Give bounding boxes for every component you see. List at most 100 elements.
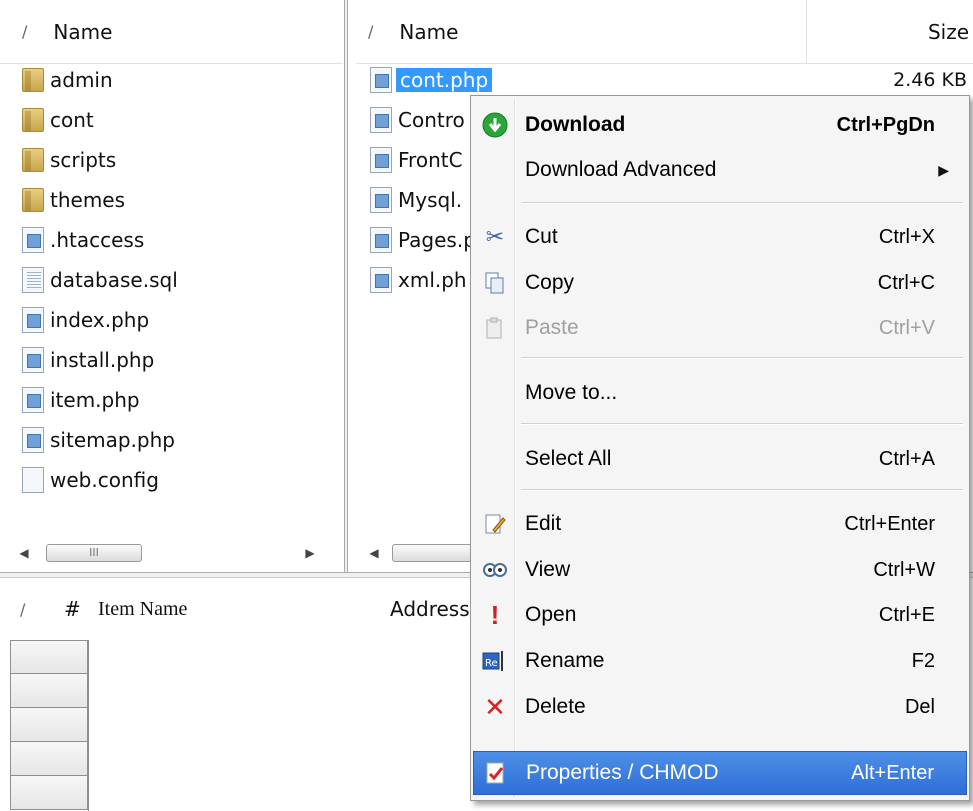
file-name: Contro bbox=[398, 108, 465, 132]
table-row[interactable] bbox=[10, 776, 88, 810]
menu-item-move-to[interactable]: Move to... bbox=[473, 371, 967, 415]
menu-item-label: Rename bbox=[525, 649, 605, 672]
menu-separator bbox=[521, 202, 963, 204]
list-item[interactable]: index.php bbox=[0, 300, 178, 340]
file-icon bbox=[370, 147, 392, 173]
queue-number-column-header[interactable]: # bbox=[64, 597, 81, 621]
table-row[interactable] bbox=[10, 742, 88, 776]
list-item[interactable]: sitemap.php bbox=[0, 420, 178, 460]
file-size: 2.46 KB bbox=[893, 69, 967, 91]
column-divider bbox=[88, 640, 89, 811]
file-icon bbox=[370, 267, 392, 293]
table-row[interactable] bbox=[10, 708, 88, 742]
queue-row-headers bbox=[10, 640, 88, 810]
list-item[interactable]: themes bbox=[0, 180, 178, 220]
sort-slash: / bbox=[20, 599, 26, 619]
menu-item-download[interactable]: Download Ctrl+PgDn bbox=[473, 103, 967, 147]
blank-file-icon bbox=[22, 467, 44, 493]
scroll-thumb[interactable] bbox=[392, 544, 472, 562]
file-name: Pages.p bbox=[398, 228, 476, 252]
scroll-thumb[interactable]: III bbox=[46, 544, 142, 562]
sort-slash: / bbox=[22, 22, 28, 41]
menu-item-shortcut: Ctrl+X bbox=[878, 225, 935, 248]
menu-item-label: Properties / CHMOD bbox=[526, 761, 719, 784]
menu-item-delete[interactable]: ✕ Delete Del bbox=[473, 685, 967, 729]
remote-horizontal-scrollbar[interactable]: ◀ bbox=[366, 542, 476, 564]
file-name: web.config bbox=[50, 468, 159, 492]
file-icon bbox=[22, 387, 44, 413]
file-name: item.php bbox=[50, 388, 140, 412]
list-item[interactable]: cont bbox=[0, 100, 178, 140]
sort-slash: / bbox=[368, 22, 374, 41]
menu-item-shortcut: F2 bbox=[911, 649, 935, 672]
file-name: sitemap.php bbox=[50, 428, 175, 452]
menu-item-label: Download bbox=[525, 113, 626, 136]
menu-item-open[interactable]: ! Open Ctrl+E bbox=[473, 593, 967, 637]
folder-icon bbox=[22, 148, 44, 172]
edit-icon bbox=[481, 510, 509, 538]
properties-icon bbox=[482, 759, 510, 787]
menu-item-label: View bbox=[525, 558, 571, 581]
file-name: admin bbox=[50, 68, 113, 92]
view-icon bbox=[481, 556, 509, 584]
menu-item-shortcut: Ctrl+A bbox=[878, 447, 935, 470]
scroll-right-arrow-icon[interactable]: ▶ bbox=[302, 546, 318, 560]
list-item[interactable]: item.php bbox=[0, 380, 178, 420]
menu-item-label: Paste bbox=[525, 316, 579, 339]
scroll-left-arrow-icon[interactable]: ◀ bbox=[366, 546, 382, 560]
table-row[interactable] bbox=[10, 674, 88, 708]
menu-separator bbox=[521, 489, 963, 491]
file-icon bbox=[370, 227, 392, 253]
menu-item-label: Delete bbox=[525, 695, 586, 718]
menu-item-select-all[interactable]: Select All Ctrl+A bbox=[473, 437, 967, 481]
menu-item-label: Select All bbox=[525, 447, 612, 470]
menu-item-label: Download Advanced bbox=[525, 158, 717, 181]
menu-item-label: Cut bbox=[525, 225, 558, 248]
list-item[interactable]: web.config bbox=[0, 460, 178, 500]
list-item[interactable]: scripts bbox=[0, 140, 178, 180]
menu-item-copy[interactable]: Copy Ctrl+C bbox=[473, 261, 967, 305]
file-icon bbox=[22, 427, 44, 453]
list-item[interactable]: admin bbox=[0, 60, 178, 100]
local-horizontal-scrollbar[interactable]: ◀ III ▶ bbox=[16, 542, 336, 564]
queue-address-column-header[interactable]: Address bbox=[390, 597, 470, 621]
menu-separator bbox=[521, 423, 963, 425]
folder-icon bbox=[22, 108, 44, 132]
menu-item-shortcut: Ctrl+E bbox=[878, 603, 935, 626]
file-name: cont.php bbox=[396, 68, 493, 92]
column-header-label: Name bbox=[399, 19, 459, 44]
local-file-pane: / Name admin cont scripts themes .htacce… bbox=[0, 0, 343, 567]
submenu-arrow-icon: ▶ bbox=[938, 161, 949, 178]
local-name-column-header[interactable]: / Name bbox=[0, 0, 343, 64]
vertical-splitter[interactable] bbox=[344, 0, 348, 578]
file-name: install.php bbox=[50, 348, 155, 372]
menu-separator bbox=[521, 357, 963, 359]
list-item[interactable]: cont.php 2.46 KB bbox=[356, 60, 973, 100]
remote-name-column-header[interactable]: / Name bbox=[356, 0, 806, 64]
menu-item-rename[interactable]: Re Rename F2 bbox=[473, 639, 967, 683]
menu-item-cut[interactable]: ✂ Cut Ctrl+X bbox=[473, 215, 967, 259]
menu-item-paste[interactable]: Paste Ctrl+V bbox=[473, 306, 967, 350]
queue-item-name-column-header[interactable]: Item Name bbox=[98, 598, 187, 621]
paste-icon bbox=[481, 314, 509, 342]
menu-item-view[interactable]: View Ctrl+W bbox=[473, 548, 967, 592]
menu-item-edit[interactable]: Edit Ctrl+Enter bbox=[473, 502, 967, 546]
menu-item-shortcut: Ctrl+W bbox=[873, 558, 935, 581]
file-name: index.php bbox=[50, 308, 150, 332]
list-item[interactable]: install.php bbox=[0, 340, 178, 380]
list-item[interactable]: .htaccess bbox=[0, 220, 178, 260]
rename-icon: Re bbox=[481, 647, 509, 675]
remote-size-column-header[interactable]: Size bbox=[806, 0, 973, 64]
list-item[interactable]: database.sql bbox=[0, 260, 178, 300]
scroll-left-arrow-icon[interactable]: ◀ bbox=[16, 546, 32, 560]
table-row[interactable] bbox=[10, 640, 88, 674]
menu-item-shortcut: Ctrl+Enter bbox=[844, 512, 935, 535]
menu-item-shortcut: Ctrl+V bbox=[878, 316, 935, 339]
file-name: .htaccess bbox=[50, 228, 145, 252]
menu-item-label: Move to... bbox=[525, 381, 618, 404]
menu-item-properties-chmod[interactable]: Properties / CHMOD Alt+Enter bbox=[473, 751, 967, 795]
menu-item-download-advanced[interactable]: Download Advanced ▶ bbox=[473, 148, 967, 192]
folder-icon bbox=[22, 188, 44, 212]
file-name: scripts bbox=[50, 148, 117, 172]
menu-item-label: Edit bbox=[525, 512, 562, 535]
